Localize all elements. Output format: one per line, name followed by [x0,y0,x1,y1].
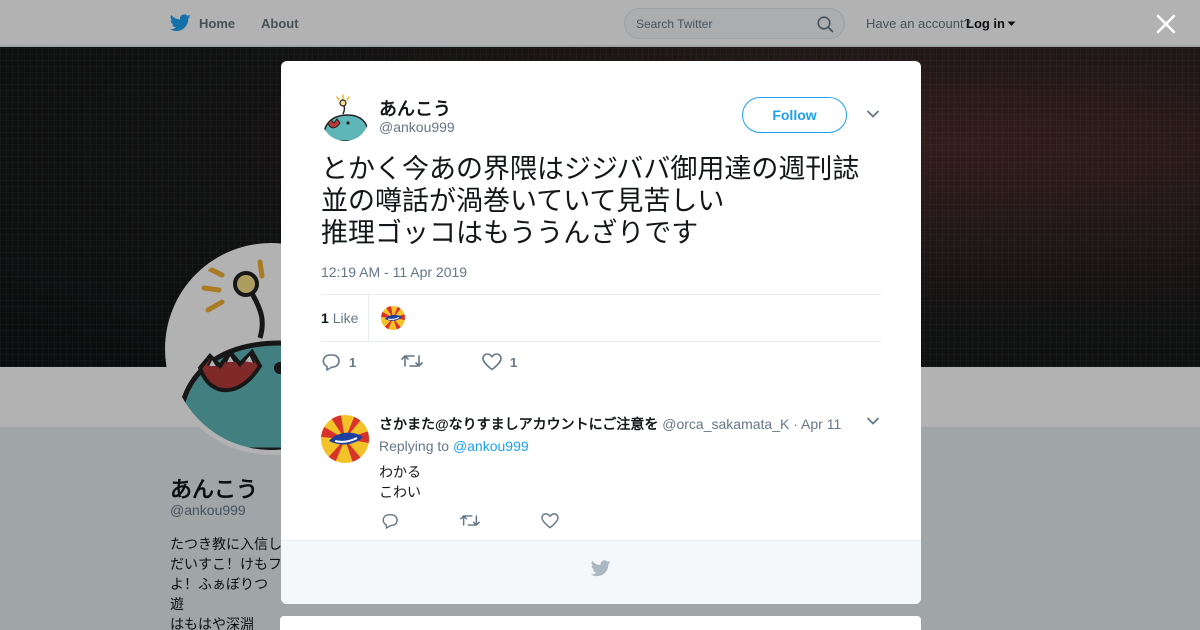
stats-divider [368,295,369,341]
reply-separator: · [793,416,798,432]
tweet-author-handle[interactable]: @ankou999 [379,119,455,135]
twitter-bird-icon[interactable] [591,560,611,577]
replying-to-link[interactable]: @ankou999 [453,438,529,454]
reply-date[interactable]: Apr 11 [801,416,841,432]
replying-to-prefix: Replying to [379,438,450,454]
reply-reply-action[interactable] [381,513,399,529]
tweet-timestamp[interactable]: 12:19 AM - 11 Apr 2019 [321,264,467,280]
likes-word: Like [332,310,359,326]
replying-to: Replying to @ankou999 [379,438,529,454]
retweet-icon [401,355,423,367]
anglerfish-avatar-image [321,93,369,141]
likes-stat[interactable]: 1 Like [321,310,358,326]
reply-icon [322,354,340,371]
reply-author-handle[interactable]: @orca_sakamata_K [662,416,789,432]
tweet-actions: 1 1 [321,353,721,373]
reply-count: 1 [349,354,357,370]
liker-avatar[interactable] [381,306,405,330]
reply-tweet[interactable]: さかまた@なりすましアカウントにご注意を @orca_sakamata_K · … [321,411,881,541]
reply-action[interactable]: 1 [321,353,356,371]
like-count: 1 [510,354,518,370]
reply-header: さかまた@なりすましアカウントにご注意を @orca_sakamata_K · … [379,414,841,434]
background-card [280,616,921,630]
reply-author-name[interactable]: さかまた@なりすましアカウントにご注意を [379,416,658,432]
modal-footer [281,540,921,604]
retweet-icon [460,515,480,526]
follow-button[interactable]: Follow [742,97,847,133]
reply-icon [382,514,398,529]
heart-icon [541,513,559,529]
likes-count: 1 [321,310,329,326]
heart-icon [482,353,502,371]
reply-actions [379,513,619,533]
tweet-author-avatar[interactable] [321,93,369,141]
orca-avatar-image [321,415,369,463]
orca-avatar-image [381,306,405,330]
tweet-author-name[interactable]: あんこう [379,95,451,121]
retweet-action[interactable] [401,353,423,369]
reply-author-avatar[interactable] [321,415,369,463]
like-action[interactable]: 1 [482,353,517,371]
reply-like-action[interactable] [541,513,559,529]
tweet-text: とかく今あの界隈はジジババ御用達の週刊誌 並の噂話が渦巻いていて見苦しい 推理ゴ… [321,154,860,248]
reply-text: わかる こわい [379,464,421,500]
reply-retweet-action[interactable] [460,513,480,528]
close-icon[interactable] [1152,10,1180,38]
chevron-down-icon[interactable] [866,416,880,426]
chevron-down-icon[interactable] [866,109,880,119]
tweet-stats: 1 Like [321,294,881,342]
tweet-modal: あんこう @ankou999 Follow とかく今あの界隈はジジババ御用達の週… [281,61,921,604]
